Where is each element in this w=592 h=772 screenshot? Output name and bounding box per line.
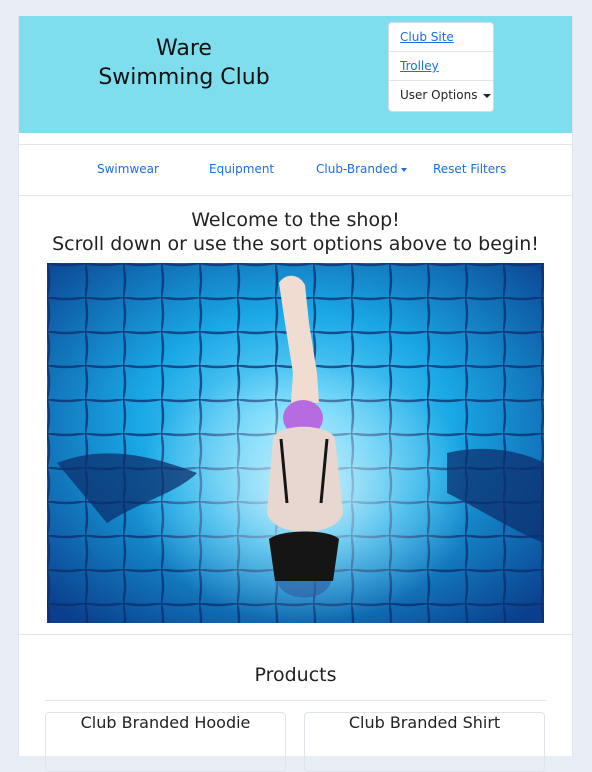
nav-club-branded[interactable]: Club-Branded [316, 162, 407, 176]
welcome-message: Welcome to the shop! Scroll down or use … [19, 208, 572, 256]
product-card[interactable]: Club Branded Shirt [304, 712, 545, 772]
filter-navbar: Swimwear Equipment Club-Branded Reset Fi… [19, 144, 572, 196]
site-header: Ware Swimming Club Club Site Trolley Use… [19, 16, 572, 133]
product-title: Club Branded Shirt [348, 713, 501, 732]
trolley-item: Trolley [389, 52, 493, 81]
club-site-link[interactable]: Club Site [400, 30, 454, 44]
brand-title: Ware Swimming Club [19, 34, 349, 92]
nav-equipment[interactable]: Equipment [209, 162, 274, 176]
chevron-down-icon [400, 167, 407, 172]
nav-swimwear[interactable]: Swimwear [97, 162, 159, 176]
product-card[interactable]: Club Branded Hoodie [45, 712, 286, 772]
trolley-link[interactable]: Trolley [400, 59, 439, 73]
user-options-label: User Options [400, 88, 478, 102]
products-rule [45, 700, 546, 701]
hero-swimmer-image [47, 263, 544, 623]
chevron-down-icon [483, 93, 492, 98]
products-heading: Products [254, 664, 337, 686]
nav-reset-filters[interactable]: Reset Filters [433, 162, 506, 176]
brand-line-2: Swimming Club [98, 65, 270, 90]
section-divider [19, 634, 572, 635]
nav-club-branded-label: Club-Branded [316, 162, 398, 176]
header-menu: Club Site Trolley User Options [388, 22, 494, 112]
brand-line-1: Ware [156, 36, 212, 61]
user-options-dropdown[interactable]: User Options [389, 81, 493, 110]
page-container: Ware Swimming Club Club Site Trolley Use… [18, 16, 573, 772]
product-title: Club Branded Hoodie [80, 713, 251, 732]
welcome-line-1: Welcome to the shop! [191, 209, 400, 231]
welcome-line-2: Scroll down or use the sort options abov… [52, 233, 539, 255]
swimmer-illustration [47, 263, 544, 623]
club-site-item: Club Site [389, 23, 493, 52]
